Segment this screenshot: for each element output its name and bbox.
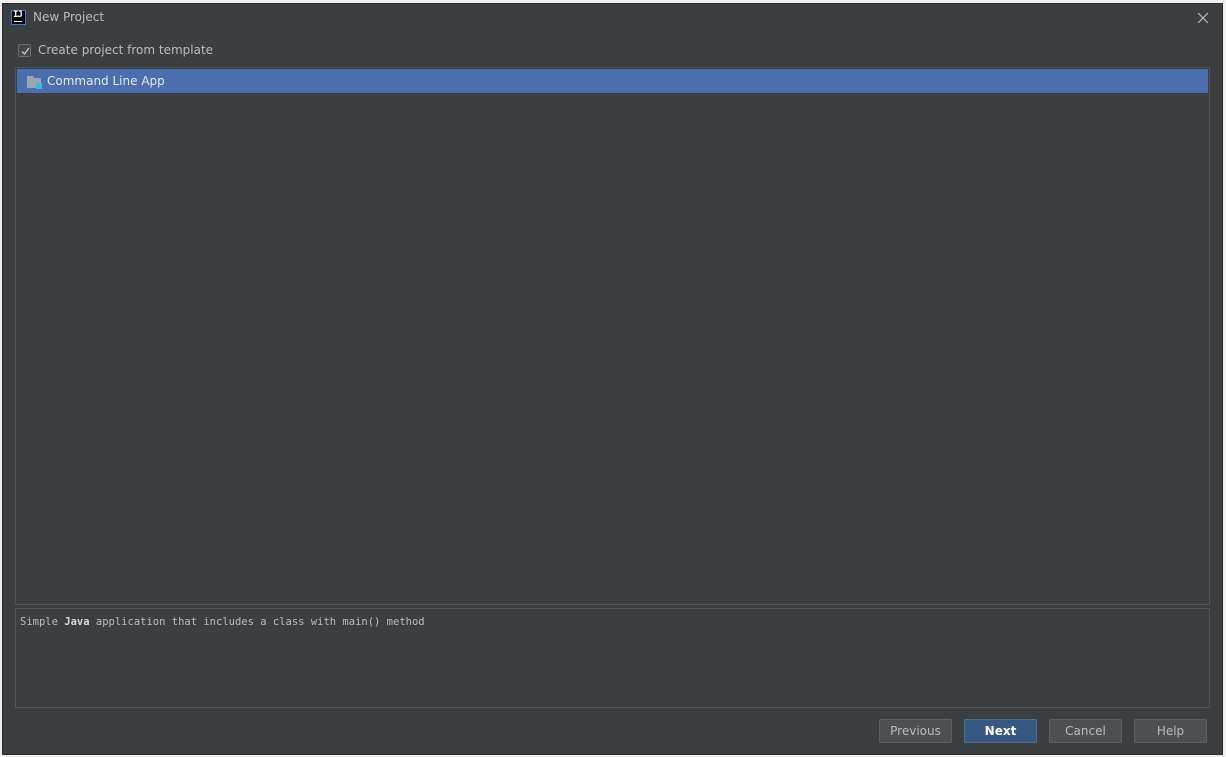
app-icon-text: IJ <box>13 10 23 20</box>
window-title: New Project <box>33 10 105 24</box>
list-item-label: Command Line App <box>47 74 165 88</box>
previous-button[interactable]: Previous <box>879 719 952 743</box>
description-prefix: Simple <box>20 616 65 628</box>
create-from-template-checkbox[interactable] <box>18 43 31 57</box>
title-bar: IJ New Project <box>3 4 1222 32</box>
close-icon[interactable] <box>1196 10 1210 24</box>
list-item[interactable]: Command Line App <box>17 69 1208 93</box>
description-emphasis: Java <box>64 616 90 628</box>
intellij-icon: IJ <box>11 10 26 25</box>
checkmark-icon <box>21 47 30 55</box>
new-project-dialog: IJ New Project Create project from templ… <box>2 3 1223 755</box>
cancel-button[interactable]: Cancel <box>1049 719 1122 743</box>
folder-icon <box>27 74 43 89</box>
create-from-template-option[interactable]: Create project from template <box>18 42 213 58</box>
create-from-template-label[interactable]: Create project from template <box>38 43 213 57</box>
next-button[interactable]: Next <box>964 719 1037 743</box>
help-button[interactable]: Help <box>1134 719 1207 743</box>
template-description: Simple Java application that includes a … <box>15 608 1210 708</box>
description-suffix: application that includes a class with m… <box>89 616 425 628</box>
template-list[interactable]: Command Line App <box>15 67 1210 605</box>
